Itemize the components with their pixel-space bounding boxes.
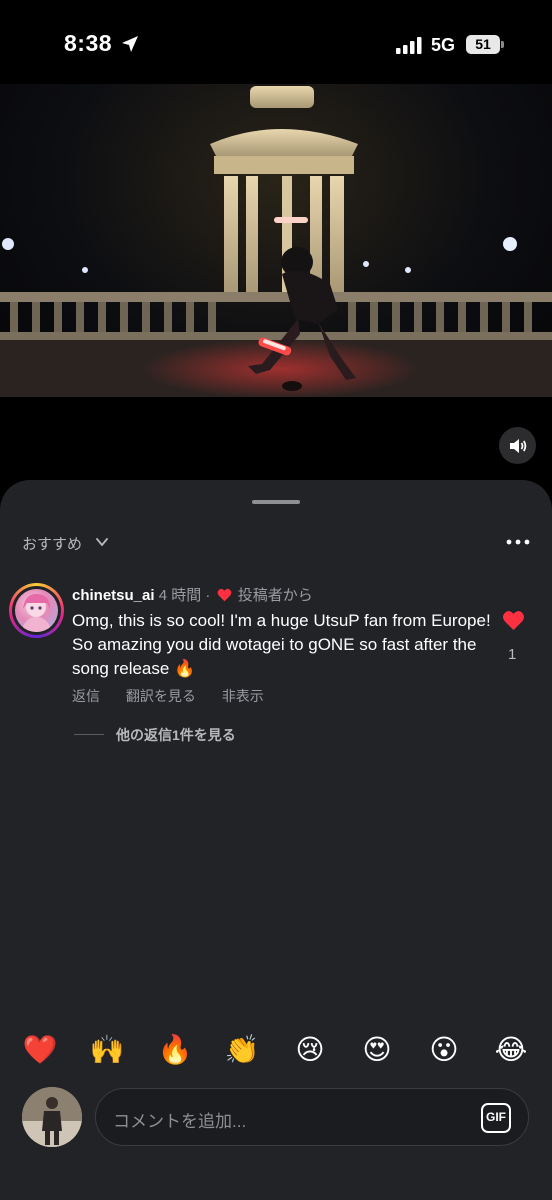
emoji-clap-button[interactable]: 👏 (222, 1030, 262, 1070)
my-avatar (22, 1087, 82, 1147)
comment-header: chinetsu_ai 4 時間 · 投稿者から (72, 584, 313, 605)
comment-actions: 返信 翻訳を見る 非表示 (72, 686, 286, 706)
author-liked-heart-icon (217, 588, 231, 602)
volume-button[interactable] (499, 427, 536, 464)
emoji-crying-button[interactable]: 😢 (290, 1030, 330, 1070)
sheet-grabber[interactable] (252, 500, 300, 504)
like-heart-icon[interactable] (502, 610, 525, 631)
like-count: 1 (508, 646, 517, 663)
commenter-avatar[interactable] (9, 583, 64, 638)
video-frame (0, 86, 552, 397)
comment-input[interactable]: コメントを追加... GIF (95, 1088, 529, 1146)
view-replies-button[interactable]: 他の返信1件を見る (116, 725, 236, 745)
speaker-icon (509, 438, 526, 453)
emoji-laughing-button[interactable]: 😂 (491, 1030, 531, 1070)
video-player[interactable] (0, 84, 552, 397)
emoji-heart-eyes-button[interactable]: 😍 (357, 1030, 397, 1070)
comment-username[interactable]: chinetsu_ai (72, 587, 155, 604)
hide-button[interactable]: 非表示 (222, 688, 264, 704)
translate-button[interactable]: 翻訳を見る (126, 688, 196, 704)
comment-input-placeholder: コメントを追加... (113, 1112, 247, 1131)
network-type: 5G (431, 35, 456, 55)
comment-time: 4 時間 · (158, 587, 211, 604)
cellular-signal-icon (396, 37, 422, 54)
more-options-icon[interactable] (506, 538, 530, 546)
status-bar: 8:38 5G 51 (0, 0, 552, 84)
battery-icon: 51 (466, 35, 504, 54)
quick-emoji-row: ❤️ 🙌 🔥 👏 😢 😍 😮 😂 (0, 1030, 552, 1070)
chevron-down-icon[interactable] (95, 535, 109, 549)
location-arrow-icon (122, 36, 138, 52)
emoji-fire-button[interactable]: 🔥 (155, 1030, 195, 1070)
emoji-surprised-button[interactable]: 😮 (424, 1030, 464, 1070)
replies-divider (74, 734, 104, 735)
commenter-avatar-image (15, 589, 58, 632)
emoji-raised-hands-button[interactable]: 🙌 (87, 1030, 127, 1070)
comments-sheet: おすすめ chinetsu_ai 4 時間 · 投稿者から Omg, this … (0, 480, 552, 1200)
status-time: 8:38 (64, 30, 113, 56)
emoji-heart-button[interactable]: ❤️ (20, 1030, 60, 1070)
comment-text: Omg, this is so cool! I'm a huge UtsuP f… (72, 611, 491, 678)
sort-dropdown-label[interactable]: おすすめ (22, 533, 82, 554)
author-badge: 投稿者から (237, 587, 313, 604)
gif-button[interactable]: GIF (481, 1103, 511, 1133)
battery-level: 51 (466, 35, 500, 54)
reply-button[interactable]: 返信 (72, 688, 100, 704)
